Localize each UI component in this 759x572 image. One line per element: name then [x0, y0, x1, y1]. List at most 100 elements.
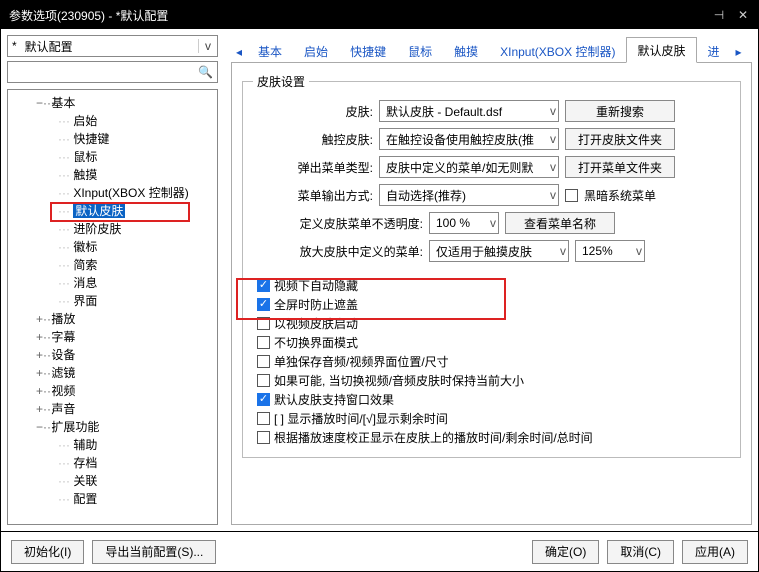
tree-item-label: XInput(XBOX 控制器)	[73, 186, 188, 200]
tree-item[interactable]: ··· 徽标	[10, 238, 215, 256]
tree-toggle-icon[interactable]: −···	[36, 94, 48, 112]
tree-toggle-icon[interactable]: −···	[36, 418, 48, 436]
tree-item-label: 消息	[73, 276, 97, 290]
btn-export-config[interactable]: 导出当前配置(S)...	[92, 540, 216, 564]
tree-item[interactable]: +··· 设备	[10, 346, 215, 364]
btn-open-skin-folder[interactable]: 打开皮肤文件夹	[565, 128, 675, 150]
tree-item[interactable]: ··· 配置	[10, 490, 215, 508]
checkbox[interactable]	[257, 317, 270, 330]
tab[interactable]: XInput(XBOX 控制器)	[489, 38, 626, 63]
tree-item[interactable]: ··· 鼠标	[10, 148, 215, 166]
tree-item-label: 鼠标	[73, 150, 97, 164]
settings-panel: 皮肤设置 皮肤: 默认皮肤 - Default.dsfv 重新搜索 触控皮肤: …	[231, 63, 752, 525]
checkbox-row: 不切换界面模式	[253, 333, 730, 352]
tree-item-label: 滤镜	[51, 366, 75, 380]
tab[interactable]: 触摸	[443, 38, 489, 63]
tree-item-label: 默认皮肤	[73, 204, 125, 218]
label-skin: 皮肤:	[253, 103, 373, 120]
combo-zoom-pct[interactable]: 125%v	[575, 240, 645, 262]
tree-toggle-icon[interactable]: +···	[36, 328, 48, 346]
search-box[interactable]: 🔍	[7, 61, 218, 83]
left-panel: * 默认配置 v 🔍 −··· 基本··· 启始··· 快捷键··· 鼠标···…	[1, 29, 225, 531]
checkbox[interactable]	[257, 412, 270, 425]
tab[interactable]: 默认皮肤	[626, 37, 696, 63]
checkbox-label: 不切换界面模式	[274, 334, 358, 351]
tree-item[interactable]: +··· 滤镜	[10, 364, 215, 382]
tab[interactable]: 鼠标	[397, 38, 443, 63]
btn-initialize[interactable]: 初始化(I)	[11, 540, 84, 564]
tree-item-label: 播放	[51, 312, 75, 326]
tree-toggle-icon[interactable]: +···	[36, 310, 48, 328]
btn-ok[interactable]: 确定(O)	[532, 540, 599, 564]
checkbox[interactable]: ✓	[257, 279, 270, 292]
tab[interactable]: 基本	[247, 38, 293, 63]
tree-item[interactable]: +··· 声音	[10, 400, 215, 418]
tree-item[interactable]: ··· 进阶皮肤	[10, 220, 215, 238]
tree-item[interactable]: −··· 基本	[10, 94, 215, 112]
checkbox[interactable]	[257, 374, 270, 387]
tree-item[interactable]: ··· 存档	[10, 454, 215, 472]
tree-toggle-icon[interactable]: +···	[36, 382, 48, 400]
tree-toggle-icon[interactable]: +···	[36, 400, 48, 418]
combo-skin[interactable]: 默认皮肤 - Default.dsfv	[379, 100, 559, 122]
tab[interactable]: 启始	[293, 38, 339, 63]
tab-scroll-right[interactable]: ▸	[731, 40, 747, 63]
combo-touchskin[interactable]: 在触控设备使用触控皮肤(推v	[379, 128, 559, 150]
btn-open-menu-folder[interactable]: 打开菜单文件夹	[565, 156, 675, 178]
tree-item[interactable]: ··· 消息	[10, 274, 215, 292]
chevron-down-icon: v	[546, 160, 556, 174]
checkbox-label: 如果可能, 当切换视频/音频皮肤时保持当前大小	[274, 372, 524, 389]
btn-cancel[interactable]: 取消(C)	[607, 540, 674, 564]
chevron-down-icon: v	[198, 39, 217, 53]
tree-item[interactable]: ··· 触摸	[10, 166, 215, 184]
chk-dark-menu[interactable]	[565, 189, 578, 202]
checkbox-label: 以视频皮肤启动	[274, 315, 358, 332]
checkbox-label: [ ] 显示播放时间/[√]显示剩余时间	[274, 410, 448, 427]
checkbox-label: 视频下自动隐藏	[274, 277, 358, 294]
tree-item[interactable]: ··· 辅助	[10, 436, 215, 454]
btn-rescan[interactable]: 重新搜索	[565, 100, 675, 122]
btn-view-menu-names[interactable]: 查看菜单名称	[505, 212, 615, 234]
combo-opacity[interactable]: 100 %v	[429, 212, 499, 234]
tree-item[interactable]: +··· 视频	[10, 382, 215, 400]
checkbox[interactable]	[257, 431, 270, 444]
tree-item[interactable]: ··· 关联	[10, 472, 215, 490]
pin-icon[interactable]: ⊣	[712, 8, 726, 22]
combo-output[interactable]: 自动选择(推荐)v	[379, 184, 559, 206]
tree-item-label: 存档	[73, 456, 97, 470]
tree-item-label: 扩展功能	[51, 420, 99, 434]
nav-tree[interactable]: −··· 基本··· 启始··· 快捷键··· 鼠标··· 触摸··· XInp…	[7, 89, 218, 525]
tree-toggle-icon[interactable]: +···	[36, 364, 48, 382]
tree-item[interactable]: +··· 字幕	[10, 328, 215, 346]
tree-toggle-icon[interactable]: +···	[36, 346, 48, 364]
checkbox[interactable]	[257, 355, 270, 368]
tab[interactable]: 进	[697, 38, 731, 63]
tree-item[interactable]: −··· 扩展功能	[10, 418, 215, 436]
search-icon[interactable]: 🔍	[194, 65, 217, 79]
search-input[interactable]	[8, 65, 194, 79]
tree-item-label: 进阶皮肤	[73, 222, 121, 236]
checkbox-row: ✓默认皮肤支持窗口效果	[253, 390, 730, 409]
tree-item[interactable]: ··· XInput(XBOX 控制器)	[10, 184, 215, 202]
group-legend: 皮肤设置	[253, 73, 309, 90]
tree-item-label: 声音	[51, 402, 75, 416]
config-select[interactable]: * 默认配置 v	[7, 35, 218, 57]
tab-scroll-left[interactable]: ◂	[231, 40, 247, 63]
checkbox[interactable]: ✓	[257, 298, 270, 311]
tree-item[interactable]: ··· 简索	[10, 256, 215, 274]
checkbox[interactable]: ✓	[257, 393, 270, 406]
close-icon[interactable]: ✕	[736, 8, 750, 22]
tree-item-label: 字幕	[51, 330, 75, 344]
btn-apply[interactable]: 应用(A)	[682, 540, 748, 564]
chevron-down-icon: v	[632, 244, 642, 258]
tree-item[interactable]: ··· 快捷键	[10, 130, 215, 148]
tree-item[interactable]: ··· 界面	[10, 292, 215, 310]
tab[interactable]: 快捷键	[339, 38, 397, 63]
label-output: 菜单输出方式:	[253, 187, 373, 204]
combo-popup[interactable]: 皮肤中定义的菜单/如无则默v	[379, 156, 559, 178]
combo-zoom-mode[interactable]: 仅适用于触摸皮肤v	[429, 240, 569, 262]
checkbox[interactable]	[257, 336, 270, 349]
tree-item[interactable]: ··· 启始	[10, 112, 215, 130]
tree-item[interactable]: ··· 默认皮肤	[10, 202, 215, 220]
tree-item[interactable]: +··· 播放	[10, 310, 215, 328]
